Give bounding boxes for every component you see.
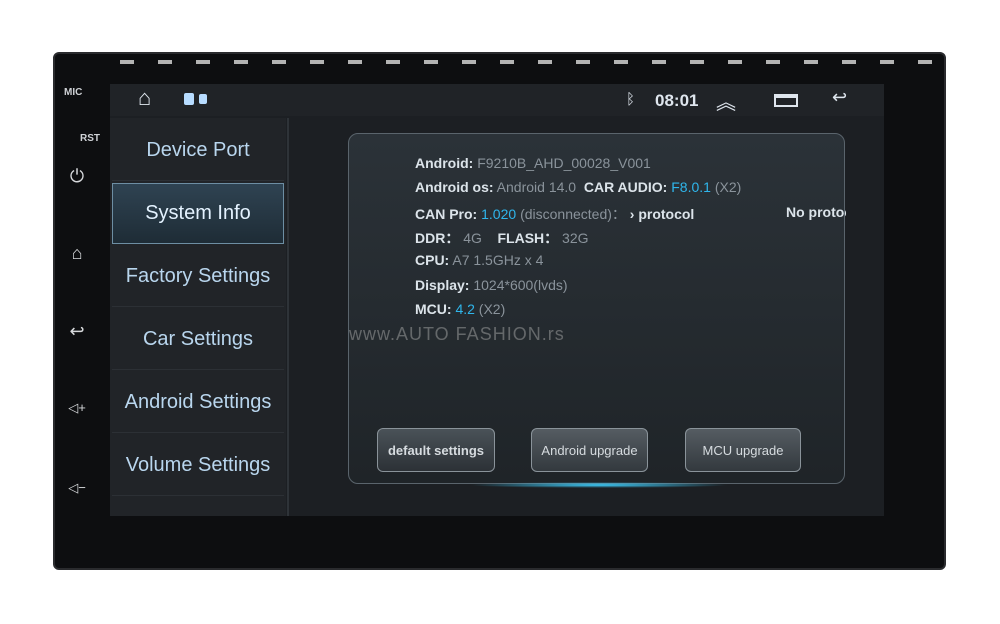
recent-apps-icon[interactable]	[184, 93, 194, 105]
volume-up-icon[interactable]: ◁+	[66, 400, 88, 416]
chevron-up-icon[interactable]: ︽	[716, 86, 736, 115]
info-display: Display: 1024*600(lvds)	[415, 277, 568, 293]
info-can-pro: CAN Pro: 1.020 (disconnected)： › protoco…	[415, 206, 695, 222]
recent-apps-icon-2	[199, 94, 207, 104]
android-upgrade-button[interactable]: Android upgrade	[531, 428, 648, 472]
sidebar-item-factory-settings[interactable]: Factory Settings	[112, 246, 284, 307]
info-ddr-flash: DDR： 4G FLASH： 32G	[415, 230, 589, 246]
volume-down-icon[interactable]: ◁−	[66, 480, 88, 496]
bezel-edge-decoration	[120, 60, 940, 64]
power-icon[interactable]: ⏻	[66, 166, 88, 187]
home-icon[interactable]: ⌂	[66, 243, 88, 264]
info-android-os: Android os: Android 14.0 CAR AUDIO: F8.0…	[415, 179, 742, 195]
info-mcu: MCU: 4.2 (X2)	[415, 301, 506, 317]
screen: ⌂ ᛒ 08:01 ︽ ↩ Device Port System Info Fa…	[110, 84, 884, 516]
system-info-panel: Android: F9210B_AHD_00028_V001 Android o…	[348, 133, 846, 488]
mic-label: MIC	[64, 87, 83, 98]
back-icon[interactable]: ↩	[66, 321, 88, 342]
info-android: Android: F9210B_AHD_00028_V001	[415, 155, 651, 171]
sidebar-item-car-settings[interactable]: Car Settings	[112, 309, 284, 370]
watermark-logo: www.AUTO FASHION.rs	[349, 324, 565, 344]
sidebar-item-system-info[interactable]: System Info	[112, 183, 284, 244]
status-bar: ⌂ ᛒ 08:01 ︽ ↩	[110, 84, 884, 116]
sidebar-item-android-settings[interactable]: Android Settings	[112, 372, 284, 433]
panel-glow	[469, 482, 729, 488]
sidebar: Device Port System Info Factory Settings…	[110, 118, 286, 516]
mcu-upgrade-button[interactable]: MCU upgrade	[685, 428, 801, 472]
info-no-protocol: No protocol/	[786, 204, 846, 220]
sidebar-item-device-port[interactable]: Device Port	[112, 120, 284, 181]
default-settings-button[interactable]: default settings	[377, 428, 495, 472]
bluetooth-icon: ᛒ	[626, 91, 636, 108]
divider	[287, 118, 289, 516]
home-icon[interactable]: ⌂	[138, 85, 151, 111]
rst-label: RST	[80, 133, 100, 144]
window-icon[interactable]	[774, 94, 798, 107]
info-cpu: CPU: A7 1.5GHz x 4	[415, 252, 544, 268]
back-icon[interactable]: ↩	[832, 87, 847, 108]
sidebar-item-volume-settings[interactable]: Volume Settings	[112, 435, 284, 496]
clock: 08:01	[655, 91, 699, 110]
